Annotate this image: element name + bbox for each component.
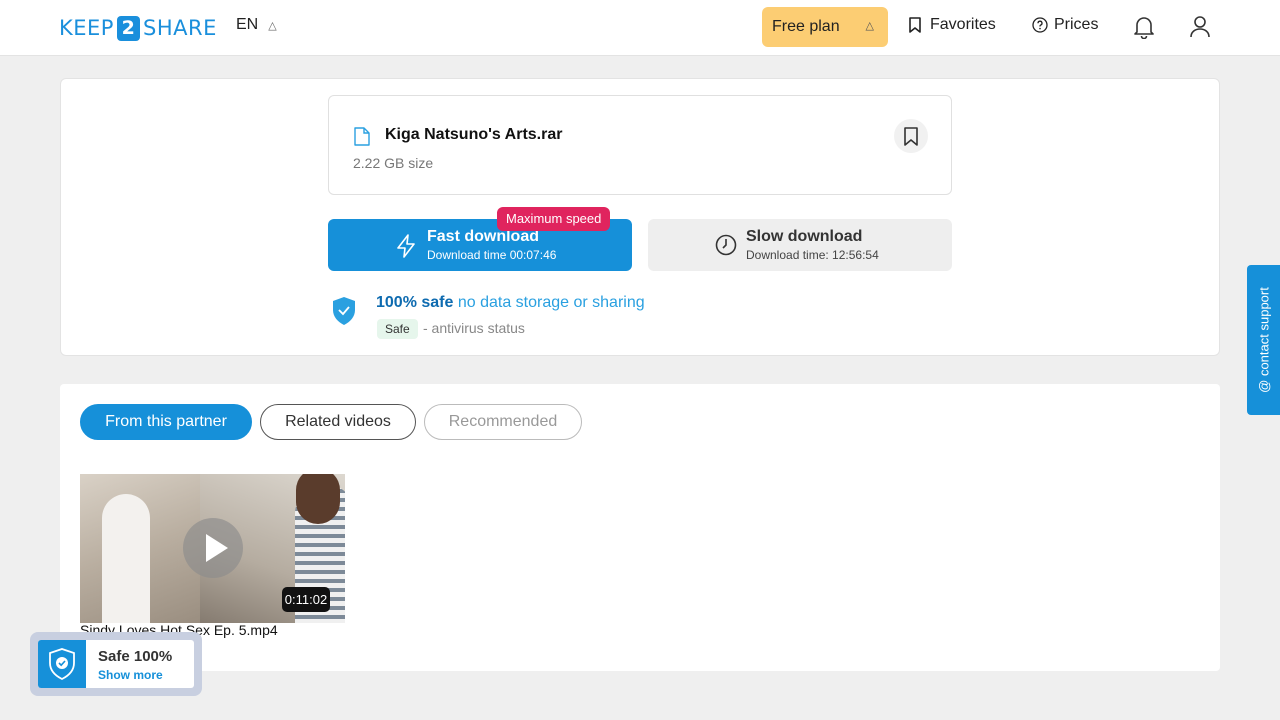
logo-text-share: SHARE	[142, 16, 217, 40]
add-to-favorites-button[interactable]	[894, 119, 928, 153]
safety-bold: 100% safe	[376, 294, 454, 311]
bell-icon	[1134, 17, 1154, 40]
help-circle-icon	[1032, 17, 1048, 33]
safety-normal: no data storage or sharing	[457, 294, 645, 311]
contact-support-label: @ contact support	[1256, 287, 1271, 393]
slow-download-title: Slow download	[746, 228, 863, 245]
favorites-link[interactable]: Favorites	[908, 16, 996, 34]
maximum-speed-badge: Maximum speed	[497, 207, 611, 231]
safety-statement: 100% safe no data storage or sharing	[376, 294, 645, 312]
file-name: Kiga Natsuno's Arts.rar	[385, 126, 563, 143]
thumbnail-figure-head	[296, 474, 340, 524]
language-label: EN	[236, 16, 259, 33]
antivirus-status-label: - antivirus status	[423, 320, 525, 336]
keep2share-logo[interactable]: KEEP 2 SHARE	[59, 14, 217, 42]
tab-from-this-partner[interactable]: From this partner	[80, 404, 252, 440]
play-icon[interactable]	[183, 518, 243, 578]
plan-button[interactable]: Free plan △	[762, 7, 888, 47]
language-selector[interactable]: EN △	[236, 16, 277, 34]
account-button[interactable]	[1189, 15, 1211, 44]
logo-text-2: 2	[116, 15, 140, 41]
slow-download-button[interactable]: Slow download Download time: 12:56:54	[648, 219, 952, 271]
logo-text-keep: KEEP	[59, 16, 114, 40]
top-header: KEEP 2 SHARE EN △ Free plan △ Favorites Pr…	[0, 0, 1280, 56]
contact-support-tab[interactable]: @ contact support	[1247, 265, 1280, 415]
file-info-box	[328, 95, 952, 195]
safe-widget-title: Safe 100%	[98, 648, 173, 665]
notifications-button[interactable]	[1133, 15, 1155, 44]
bookmark-icon	[904, 126, 918, 146]
safe-widget[interactable]: Safe 100% Show more	[30, 632, 202, 696]
slow-download-time: Download time: 12:56:54	[746, 248, 879, 262]
thumbnail-figure-left	[102, 494, 150, 623]
video-duration: 0:11:02	[282, 587, 330, 612]
safe-widget-icon-box	[38, 640, 86, 688]
clock-icon	[715, 234, 737, 256]
shield-check-icon	[49, 648, 75, 681]
bookmark-icon	[909, 17, 921, 33]
shield-check-icon	[333, 297, 355, 325]
safe-widget-inner: Safe 100% Show more	[38, 640, 194, 688]
fast-download-time: Download time 00:07:46	[427, 248, 557, 262]
user-icon	[1190, 16, 1210, 38]
favorites-label: Favorites	[930, 16, 996, 33]
chevron-up-icon: △	[865, 20, 874, 32]
file-icon	[354, 127, 370, 146]
tab-related-videos[interactable]: Related videos	[260, 404, 416, 440]
tab-recommended[interactable]: Recommended	[424, 404, 582, 440]
show-more-link[interactable]: Show more	[98, 668, 163, 682]
file-size: 2.22 GB size	[353, 155, 434, 171]
prices-label: Prices	[1054, 16, 1099, 33]
antivirus-status-badge: Safe	[377, 319, 418, 339]
plan-label: Free plan	[772, 18, 840, 35]
chevron-up-icon: △	[268, 19, 277, 32]
prices-link[interactable]: Prices	[1032, 16, 1098, 34]
lightning-icon	[397, 234, 415, 258]
